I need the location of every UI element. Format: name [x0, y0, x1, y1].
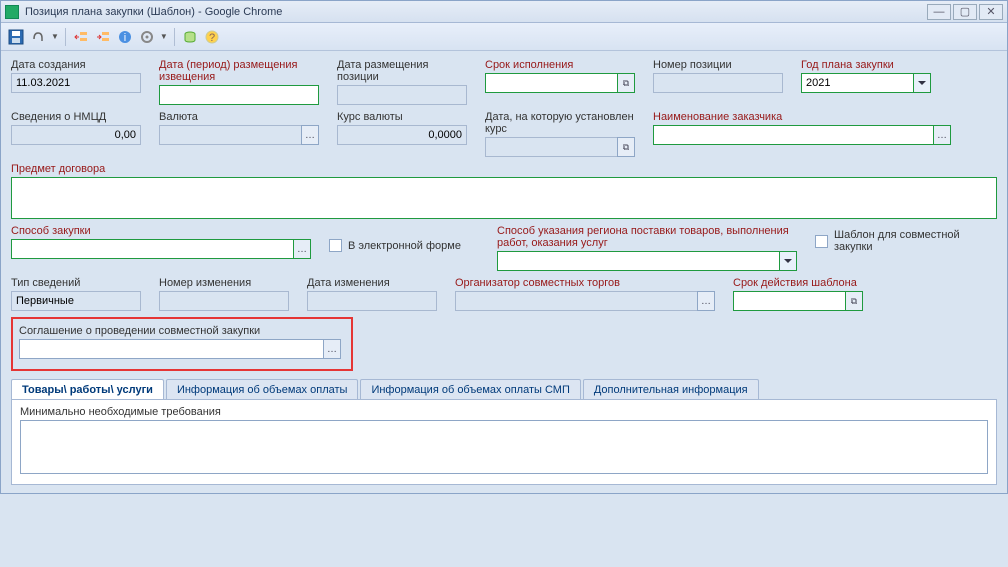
changenum-label: Номер изменения — [159, 277, 289, 289]
tab-goods[interactable]: Товары\ работы\ услуги — [11, 379, 164, 399]
currency-picker[interactable]: … — [159, 125, 319, 145]
period-label: Дата (период) размещения извещения — [159, 59, 319, 83]
attach-icon[interactable] — [29, 28, 47, 46]
app-icon — [5, 5, 19, 19]
eform-checkbox[interactable] — [329, 239, 342, 252]
dropdown-caret-icon[interactable]: ▼ — [160, 32, 168, 41]
agreement-label: Соглашение о проведении совместной закуп… — [19, 325, 341, 337]
rate-value: 0,0000 — [337, 125, 467, 145]
organizer-label: Организатор совместных торгов — [455, 277, 715, 289]
joint-tpl-label: Шаблон для совместной закупки — [834, 229, 974, 253]
chevron-down-icon[interactable] — [913, 73, 931, 93]
lookup-icon[interactable]: … — [293, 239, 311, 259]
planyear-value: 2021 — [801, 73, 913, 93]
close-button[interactable]: ✕ — [979, 4, 1003, 20]
customer-picker[interactable]: … — [653, 125, 951, 145]
validity-picker[interactable] — [733, 291, 863, 311]
ratedate-label: Дата, на которую установлен курс — [485, 111, 635, 135]
customer-label: Наименование заказчика — [653, 111, 951, 123]
organizer-picker[interactable]: … — [455, 291, 715, 311]
changedate-value — [307, 291, 437, 311]
minimize-button[interactable]: — — [927, 4, 951, 20]
tab-payment-volumes[interactable]: Информация об объемах оплаты — [166, 379, 358, 399]
posnum-value — [653, 73, 783, 93]
created-value: 11.03.2021 — [11, 73, 141, 93]
deadline-label: Срок исполнения — [485, 59, 635, 71]
indent-icon[interactable] — [94, 28, 112, 46]
minreq-label: Минимально необходимые требования — [20, 406, 988, 418]
minreq-input[interactable] — [20, 420, 988, 474]
method-picker[interactable]: … — [11, 239, 311, 259]
lookup-icon[interactable]: … — [933, 125, 951, 145]
maximize-button[interactable]: ▢ — [953, 4, 977, 20]
agreement-highlight-box: Соглашение о проведении совместной закуп… — [11, 317, 353, 371]
subject-label: Предмет договора — [11, 163, 997, 175]
planyear-select[interactable]: 2021 — [801, 73, 931, 93]
method-label: Способ закупки — [11, 225, 311, 237]
planyear-label: Год плана закупки — [801, 59, 931, 71]
ratedate-picker[interactable] — [485, 137, 635, 157]
tab-payment-volumes-smp[interactable]: Информация об объемах оплаты СМП — [360, 379, 580, 399]
changenum-value — [159, 291, 289, 311]
posnum-label: Номер позиции — [653, 59, 783, 71]
outdent-icon[interactable] — [72, 28, 90, 46]
infotype-label: Тип сведений — [11, 277, 141, 289]
created-label: Дата создания — [11, 59, 141, 71]
toolbar: ▼ i ▼ ? — [1, 23, 1007, 51]
nmcd-value: 0,00 — [11, 125, 141, 145]
infotype-value: Первичные — [11, 291, 141, 311]
nmcd-label: Сведения о НМЦД — [11, 111, 141, 123]
titlebar: Позиция плана закупки (Шаблон) - Google … — [1, 1, 1007, 23]
period-input[interactable] — [159, 85, 319, 105]
help-icon[interactable]: ? — [203, 28, 221, 46]
calendar-icon[interactable] — [617, 137, 635, 157]
validity-label: Срок действия шаблона — [733, 277, 863, 289]
lookup-icon[interactable]: … — [697, 291, 715, 311]
placed-label: Дата размещения позиции — [337, 59, 467, 83]
tab-strip: Товары\ работы\ услуги Информация об объ… — [11, 379, 997, 399]
region-select[interactable] — [497, 251, 797, 271]
region-label: Способ указания региона поставки товаров… — [497, 225, 797, 249]
chevron-down-icon[interactable] — [779, 251, 797, 271]
info-icon[interactable]: i — [116, 28, 134, 46]
calendar-icon[interactable] — [845, 291, 863, 311]
save-icon[interactable] — [7, 28, 25, 46]
window-title: Позиция плана закупки (Шаблон) - Google … — [25, 6, 927, 18]
changedate-label: Дата изменения — [307, 277, 437, 289]
lookup-icon[interactable]: … — [323, 339, 341, 359]
joint-tpl-checkbox[interactable] — [815, 235, 828, 248]
eform-label: В электронной форме — [348, 240, 461, 252]
tab-body: Минимально необходимые требования — [11, 399, 997, 485]
svg-text:?: ? — [209, 32, 215, 44]
deadline-picker[interactable] — [485, 73, 635, 93]
gear-icon[interactable] — [138, 28, 156, 46]
svg-text:i: i — [124, 32, 126, 44]
dropdown-caret-icon[interactable]: ▼ — [51, 32, 59, 41]
calendar-icon[interactable] — [617, 73, 635, 93]
tab-additional-info[interactable]: Дополнительная информация — [583, 379, 759, 399]
currency-label: Валюта — [159, 111, 319, 123]
database-icon[interactable] — [181, 28, 199, 46]
lookup-icon[interactable]: … — [301, 125, 319, 145]
subject-input[interactable] — [11, 177, 997, 219]
agreement-picker[interactable]: … — [19, 339, 341, 359]
rate-label: Курс валюты — [337, 111, 467, 123]
placed-value — [337, 85, 467, 105]
